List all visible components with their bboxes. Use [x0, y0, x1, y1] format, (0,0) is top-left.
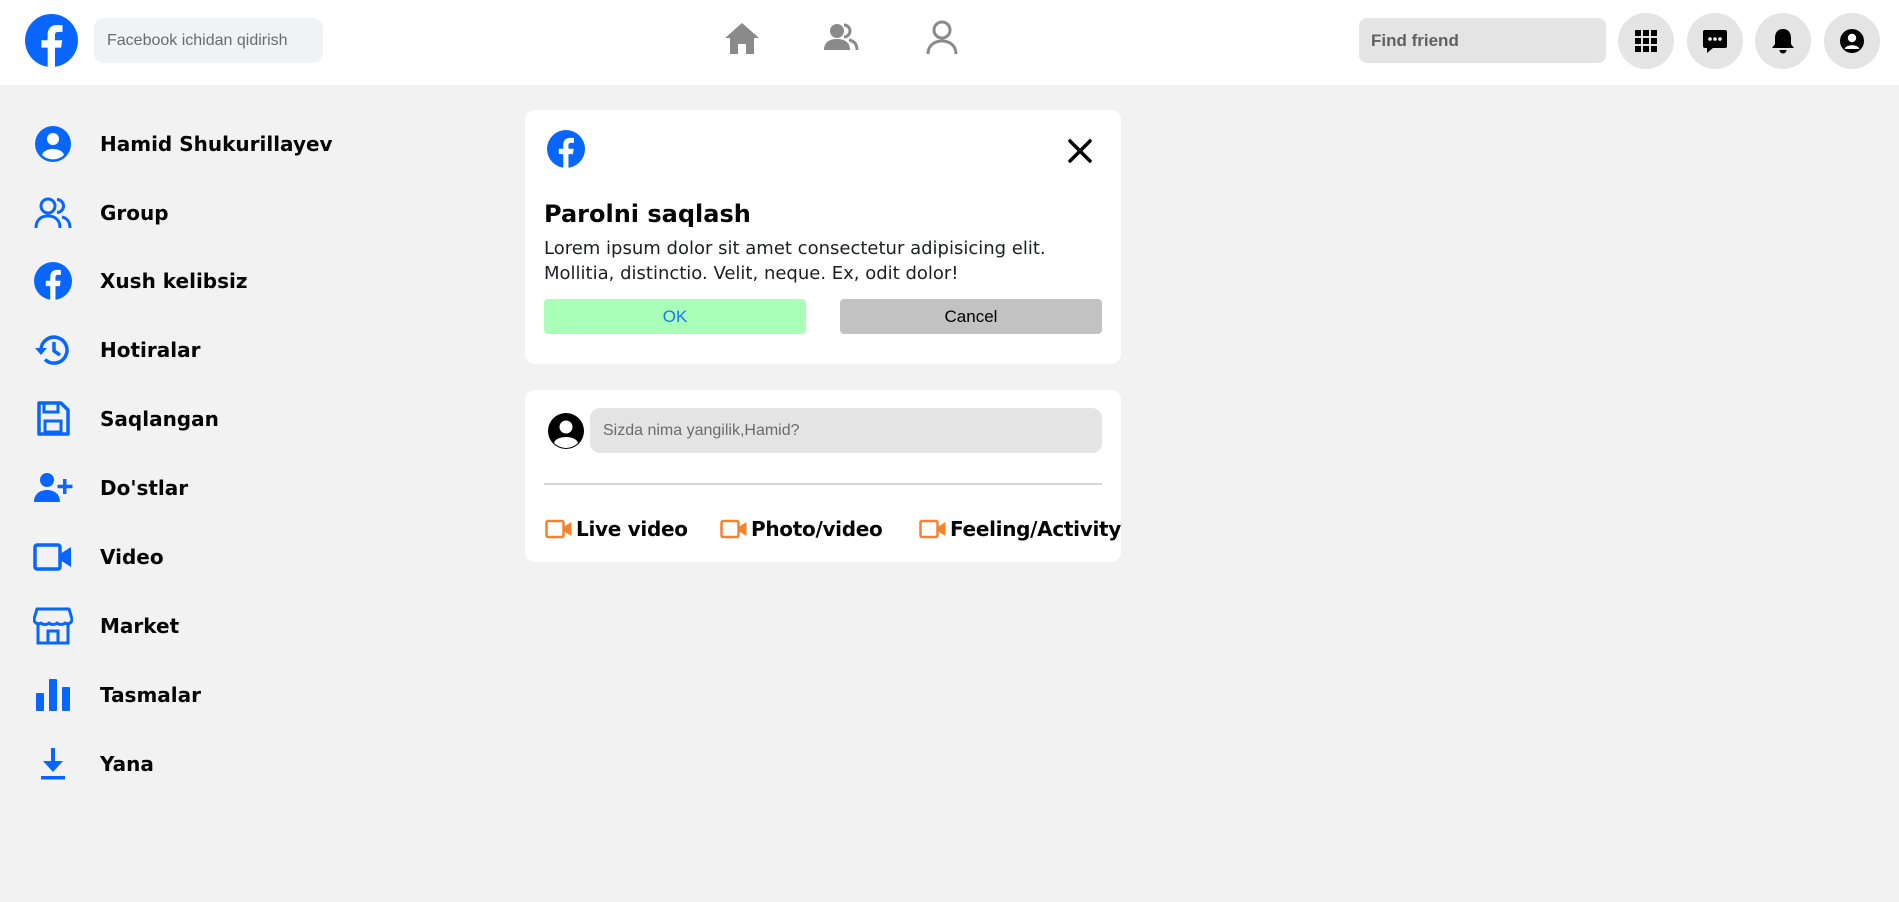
- facebook-logo-icon[interactable]: [25, 14, 78, 67]
- sidebar-item-feeds[interactable]: Tasmalar: [32, 671, 201, 719]
- sidebar-item-label: Saqlangan: [100, 407, 219, 431]
- cancel-button[interactable]: Cancel: [840, 299, 1102, 334]
- facebook-logo-icon: [547, 130, 585, 168]
- nav-home[interactable]: [716, 14, 768, 62]
- sidebar-item-label: Video: [100, 545, 164, 569]
- photo-video-button[interactable]: Photo/video: [720, 514, 883, 544]
- friends-icon: [824, 23, 859, 51]
- video-camera-icon: [919, 518, 947, 540]
- dialog-title: Parolni saqlash: [544, 200, 751, 228]
- account-button[interactable]: [1824, 13, 1880, 69]
- bell-icon: [1772, 29, 1794, 54]
- sidebar-item-label: Group: [100, 201, 169, 225]
- nav-friends[interactable]: [815, 14, 867, 62]
- sidebar-item-label: Do'stlar: [100, 476, 189, 500]
- avatar: [548, 413, 584, 449]
- divider: [544, 483, 1102, 485]
- sidebar-item-video[interactable]: Video: [32, 533, 164, 581]
- sidebar-item-label: Yana: [100, 752, 154, 776]
- video-camera-icon: [720, 518, 748, 540]
- save-icon: [32, 398, 74, 440]
- nav-profile[interactable]: [916, 14, 968, 62]
- history-icon: [32, 329, 74, 371]
- account-icon: [1840, 29, 1864, 53]
- messenger-icon: [1703, 30, 1727, 53]
- action-label: Live video: [576, 517, 688, 541]
- sidebar-item-label: Tasmalar: [100, 683, 202, 707]
- sidebar-item-memories[interactable]: Hotiralar: [32, 326, 200, 374]
- action-label: Feeling/Activity: [950, 517, 1121, 541]
- add-friend-icon: [32, 467, 74, 509]
- home-icon: [725, 23, 759, 54]
- find-friend-input[interactable]: [1359, 18, 1606, 63]
- sidebar-item-label: Xush kelibsiz: [100, 269, 248, 293]
- save-password-dialog: Parolni saqlash Lorem ipsum dolor sit am…: [525, 110, 1121, 364]
- messenger-button[interactable]: [1687, 13, 1743, 69]
- group-icon: [32, 192, 74, 234]
- video-icon: [32, 536, 74, 578]
- action-label: Photo/video: [751, 517, 883, 541]
- sidebar-item-market[interactable]: Market: [32, 602, 179, 650]
- menu-button[interactable]: [1618, 13, 1674, 69]
- sidebar-item-label: Hamid Shukurillayev: [100, 132, 333, 156]
- dialog-text: Lorem ipsum dolor sit amet consectetur a…: [544, 238, 1046, 284]
- grid-menu-icon: [1635, 30, 1657, 52]
- sidebar-item-more[interactable]: Yana: [32, 740, 154, 788]
- sidebar-item-profile[interactable]: Hamid Shukurillayev: [32, 120, 333, 168]
- store-icon: [32, 605, 74, 647]
- close-button[interactable]: [1065, 136, 1095, 166]
- notifications-button[interactable]: [1755, 13, 1811, 69]
- sidebar-item-welcome[interactable]: Xush kelibsiz: [32, 257, 248, 305]
- sidebar-item-group[interactable]: Group: [32, 189, 169, 237]
- feeling-activity-button[interactable]: Feeling/Activity: [919, 514, 1121, 544]
- live-video-button[interactable]: Live video: [545, 514, 688, 544]
- search-input[interactable]: [94, 18, 323, 63]
- sidebar-item-label: Hotiralar: [100, 338, 201, 362]
- sidebar-item-friends[interactable]: Do'stlar: [32, 464, 188, 512]
- user-circle-icon: [32, 123, 74, 165]
- post-composer: Live video Photo/video Feeling/Activity: [525, 390, 1121, 562]
- download-icon: [32, 743, 74, 785]
- video-camera-icon: [545, 518, 573, 540]
- ok-button[interactable]: OK: [544, 299, 806, 334]
- bar-chart-icon: [32, 674, 74, 716]
- sidebar-item-saved[interactable]: Saqlangan: [32, 395, 219, 443]
- post-input[interactable]: [590, 408, 1102, 453]
- close-icon: [1068, 139, 1092, 163]
- profile-icon: [926, 20, 958, 55]
- top-header: [0, 0, 1899, 85]
- facebook-icon: [32, 260, 74, 302]
- sidebar-item-label: Market: [100, 614, 180, 638]
